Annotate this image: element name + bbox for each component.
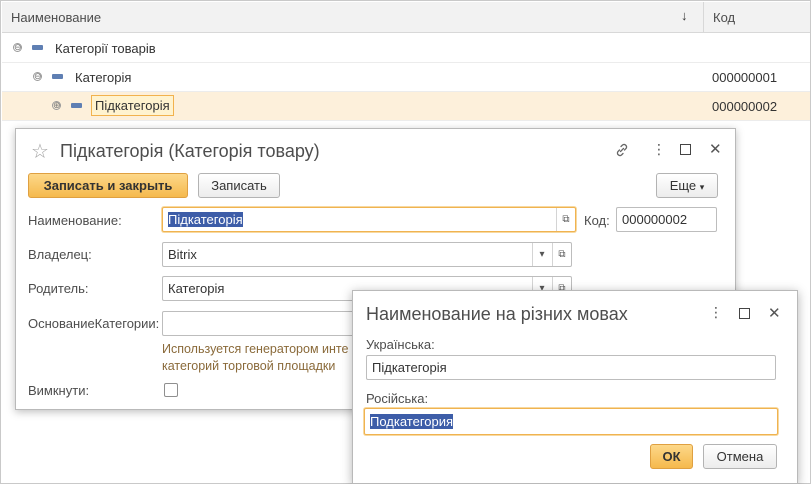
- collapse-icon[interactable]: ⊖: [33, 72, 42, 81]
- save-button[interactable]: Записать: [198, 173, 280, 198]
- basis-label: ОснованиеКатегории:: [28, 316, 160, 331]
- more-button[interactable]: Еще ▾: [656, 173, 718, 198]
- expand-icon[interactable]: ⊕: [52, 101, 61, 110]
- disable-label: Вимкнути:: [28, 383, 90, 398]
- more-vert-icon[interactable]: ⋮: [652, 141, 666, 158]
- group-icon: [71, 103, 82, 108]
- sort-desc-icon: ↓: [681, 8, 688, 23]
- row-code: 000000002: [712, 99, 778, 114]
- dialog-title: Наименование на різних мовах: [366, 304, 628, 324]
- row-name: Категорії товарів: [55, 41, 156, 56]
- group-icon: [52, 74, 63, 79]
- parent-value: Категорія: [168, 281, 225, 296]
- more-label: Еще: [669, 178, 697, 193]
- ukrainian-field[interactable]: Підкатегорія: [366, 355, 776, 380]
- group-icon: [32, 45, 43, 50]
- more-vert-icon[interactable]: ⋮: [709, 304, 723, 321]
- code-label: Код:: [584, 213, 610, 228]
- dropdown-icon[interactable]: ▾: [532, 243, 551, 266]
- disable-checkbox[interactable]: [164, 383, 178, 397]
- code-field[interactable]: 000000002: [616, 207, 717, 232]
- russian-label: Російська:: [366, 391, 429, 406]
- close-icon[interactable]: ✕: [709, 140, 722, 158]
- owner-field[interactable]: Bitrix ▾ ⧉: [162, 242, 572, 267]
- column-divider: [703, 2, 704, 33]
- owner-value: Bitrix: [168, 247, 197, 262]
- close-icon[interactable]: ✕: [768, 304, 781, 322]
- code-value: 000000002: [622, 212, 688, 227]
- parent-label: Родитель:: [28, 281, 89, 296]
- ok-button[interactable]: ОК: [650, 444, 693, 469]
- row-code: 000000001: [712, 70, 778, 85]
- cancel-button[interactable]: Отмена: [703, 444, 777, 469]
- maximize-icon[interactable]: [739, 308, 750, 319]
- name-label: Наименование:: [28, 213, 122, 228]
- open-icon[interactable]: ⧉: [552, 243, 571, 266]
- chevron-down-icon: ▾: [699, 182, 705, 192]
- form-title: Підкатегорія (Категорія товару): [60, 141, 320, 161]
- languages-dialog: Наименование на різних мовах ⋮ ✕ Українс…: [352, 290, 798, 484]
- russian-field[interactable]: Подкатегория: [364, 408, 778, 435]
- owner-label: Владелец:: [28, 247, 92, 262]
- save-close-button[interactable]: Записать и закрыть: [28, 173, 188, 198]
- collapse-icon[interactable]: ⊖: [13, 43, 22, 52]
- name-field[interactable]: Підкатегорія ⧉: [162, 207, 576, 232]
- favorite-star-icon[interactable]: ☆: [31, 139, 49, 164]
- link-icon[interactable]: [614, 142, 630, 158]
- table-row[interactable]: ⊖ Категорія 000000001: [2, 63, 810, 92]
- open-icon[interactable]: ⧉: [556, 208, 575, 231]
- basis-hint-line-1: Используется генератором инте: [162, 342, 349, 356]
- column-header-name[interactable]: Наименование: [11, 10, 101, 25]
- name-value: Підкатегорія: [168, 212, 243, 227]
- ukrainian-value: Підкатегорія: [372, 360, 447, 375]
- ukrainian-label: Українська:: [366, 337, 435, 352]
- list-header: Наименование ↓ Код: [2, 2, 810, 33]
- column-header-code[interactable]: Код: [713, 10, 735, 25]
- table-row[interactable]: ⊖ Категорії товарів: [2, 34, 810, 63]
- row-name: Категорія: [75, 70, 132, 85]
- basis-hint: Используется генератором инте категорий …: [162, 341, 348, 375]
- row-name: Підкатегорія: [91, 95, 174, 116]
- russian-value: Подкатегория: [370, 414, 454, 429]
- basis-hint-line-2: категорий торговой площадки: [162, 359, 336, 373]
- maximize-icon[interactable]: [680, 144, 691, 155]
- table-row-selected[interactable]: ⊕ Підкатегорія 000000002: [2, 92, 810, 121]
